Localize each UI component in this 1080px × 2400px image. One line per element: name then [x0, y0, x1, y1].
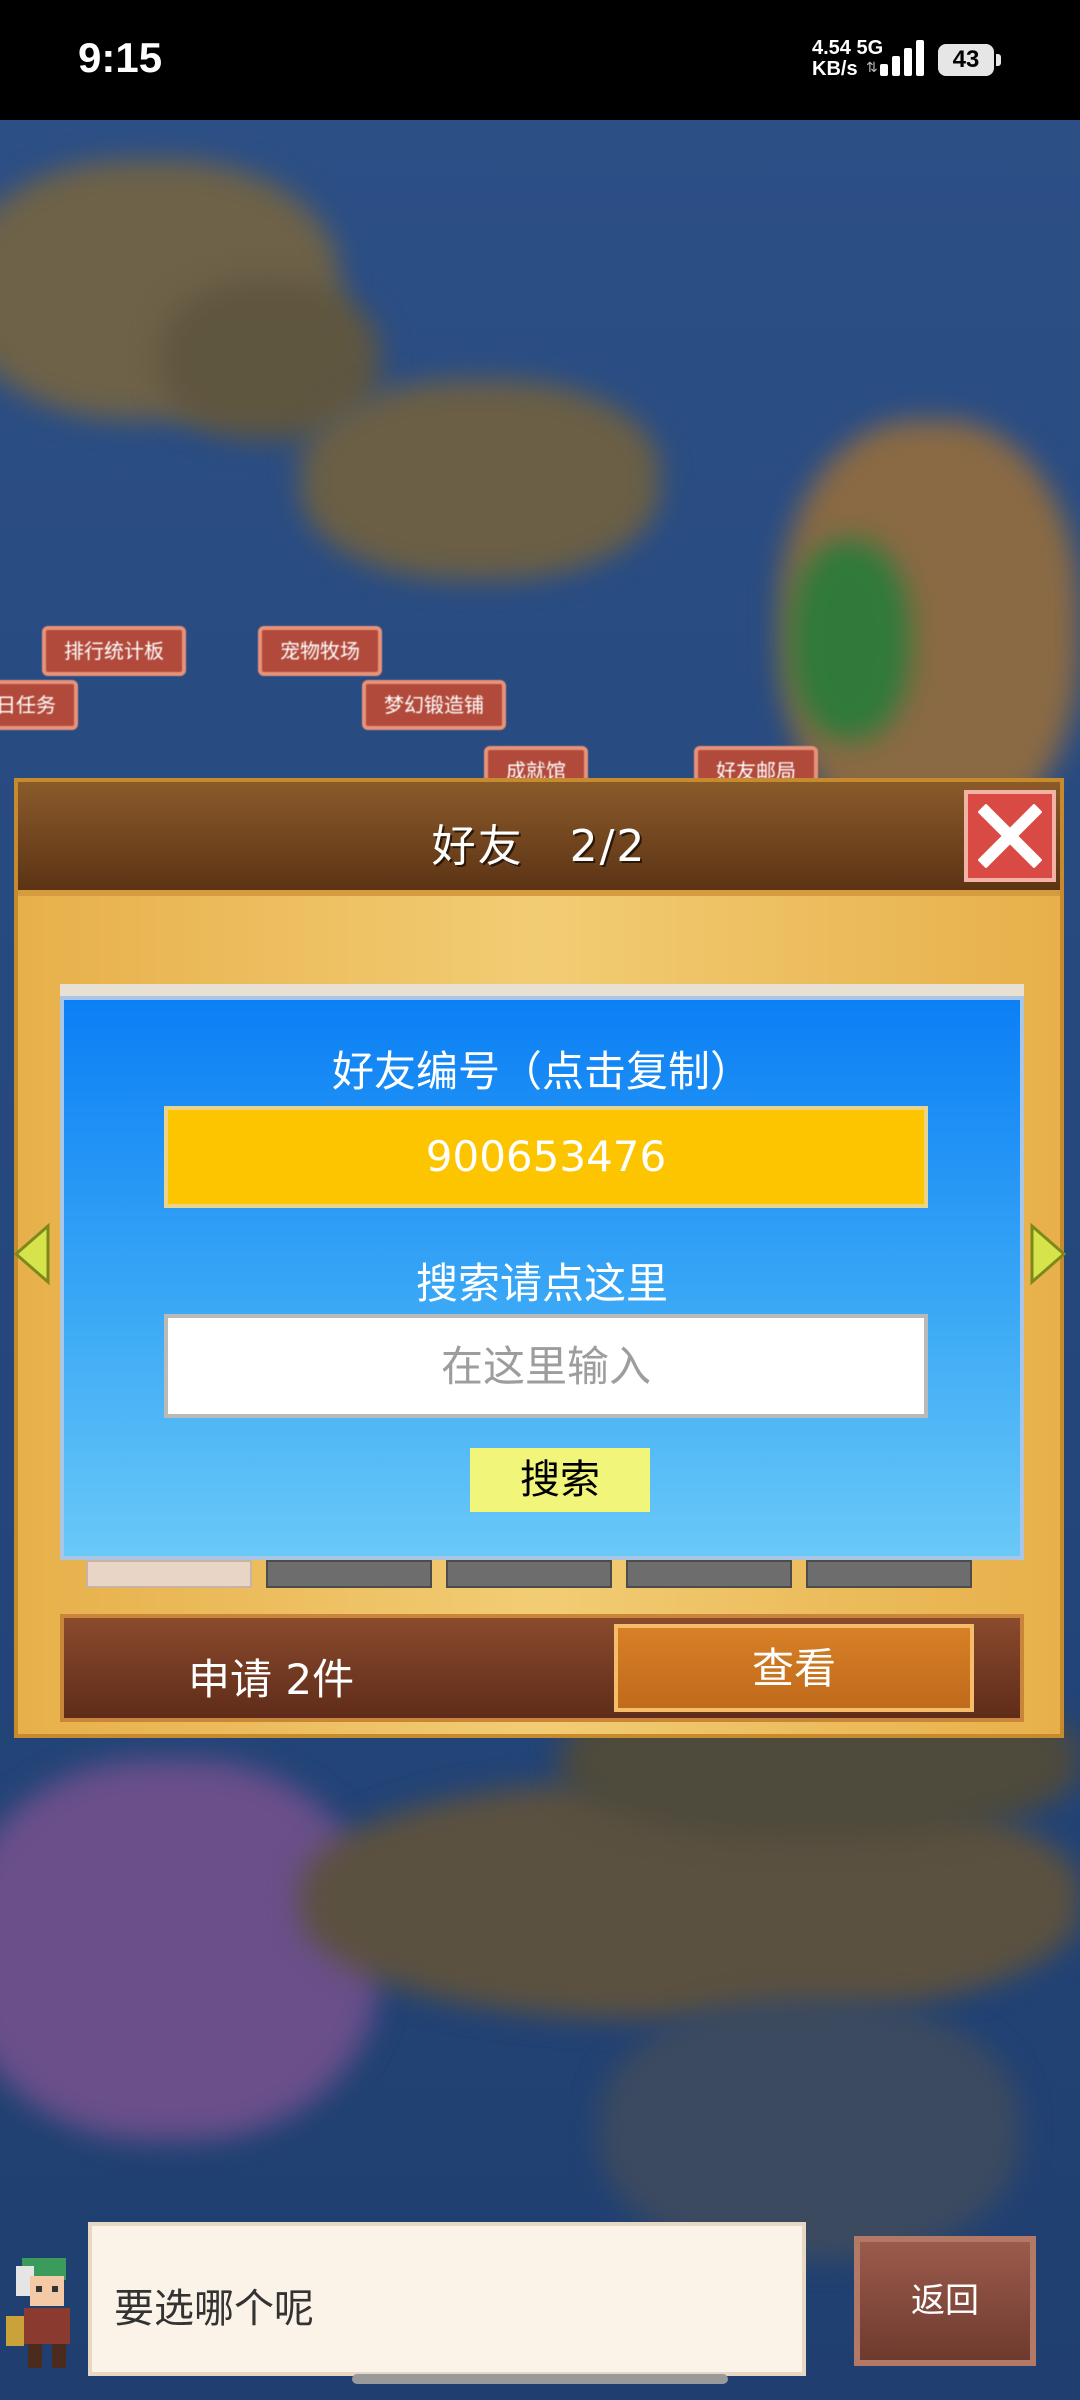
- view-requests-button[interactable]: 查看: [614, 1624, 974, 1712]
- request-count-label: 申请 2件: [188, 1655, 355, 1704]
- friends-dialog: 好友 2/2 好友编号（点击复制） 900653476 搜索请点这里 搜索 申请…: [12, 778, 1067, 1738]
- arrow-left-icon[interactable]: [12, 1222, 52, 1286]
- map-label-daily-task[interactable]: 日任务: [0, 680, 78, 730]
- npc-speech-box: 要选哪个呢: [88, 2222, 806, 2376]
- friend-id-copy-field[interactable]: 900653476: [164, 1106, 928, 1208]
- npc-speech-text: 要选哪个呢: [114, 2286, 314, 2332]
- signal-icon: [880, 40, 926, 76]
- home-indicator[interactable]: [352, 2374, 728, 2384]
- network-speed-value: 4.54: [812, 37, 851, 59]
- panel-tab[interactable]: [266, 1560, 432, 1588]
- dialog-title: 好友 2/2: [431, 821, 647, 872]
- friend-request-bar: 申请 2件 查看: [60, 1614, 1024, 1722]
- panel-tab[interactable]: [446, 1560, 612, 1588]
- panel-bottom-tabs: [60, 1560, 1024, 1592]
- status-time: 9:15: [78, 34, 163, 81]
- npc-avatar: [6, 2258, 70, 2368]
- panel-tab[interactable]: [86, 1560, 252, 1588]
- panel-tab[interactable]: [806, 1560, 972, 1588]
- map-label-forge-shop[interactable]: 梦幻锻造铺: [362, 680, 506, 730]
- panel-tab[interactable]: [626, 1560, 792, 1588]
- back-button[interactable]: 返回: [854, 2236, 1036, 2366]
- arrow-right-icon[interactable]: [1028, 1222, 1068, 1286]
- status-bar: 9:15 4.54 5G KB/s ⇅ 43: [0, 0, 1080, 120]
- map-label-pet-ranch[interactable]: 宠物牧场: [258, 626, 382, 676]
- close-button[interactable]: [964, 790, 1056, 882]
- search-button[interactable]: 搜索: [470, 1448, 650, 1512]
- map-label-ranking-board[interactable]: 排行统计板: [42, 626, 186, 676]
- data-arrows-icon: ⇅: [866, 60, 878, 76]
- network-speed-unit: KB/s: [812, 58, 858, 80]
- battery-icon: 43: [938, 44, 1001, 76]
- friend-id-label: 好友编号（点击复制）: [331, 1047, 752, 1096]
- dialog-header: 好友 2/2: [18, 782, 1060, 896]
- close-x-icon: [978, 804, 1042, 868]
- search-hint-label: 搜索请点这里: [415, 1259, 668, 1308]
- panel-top-tabs: [60, 984, 1024, 996]
- search-input[interactable]: [164, 1314, 928, 1418]
- friend-search-panel: 好友编号（点击复制） 900653476 搜索请点这里 搜索: [60, 996, 1024, 1560]
